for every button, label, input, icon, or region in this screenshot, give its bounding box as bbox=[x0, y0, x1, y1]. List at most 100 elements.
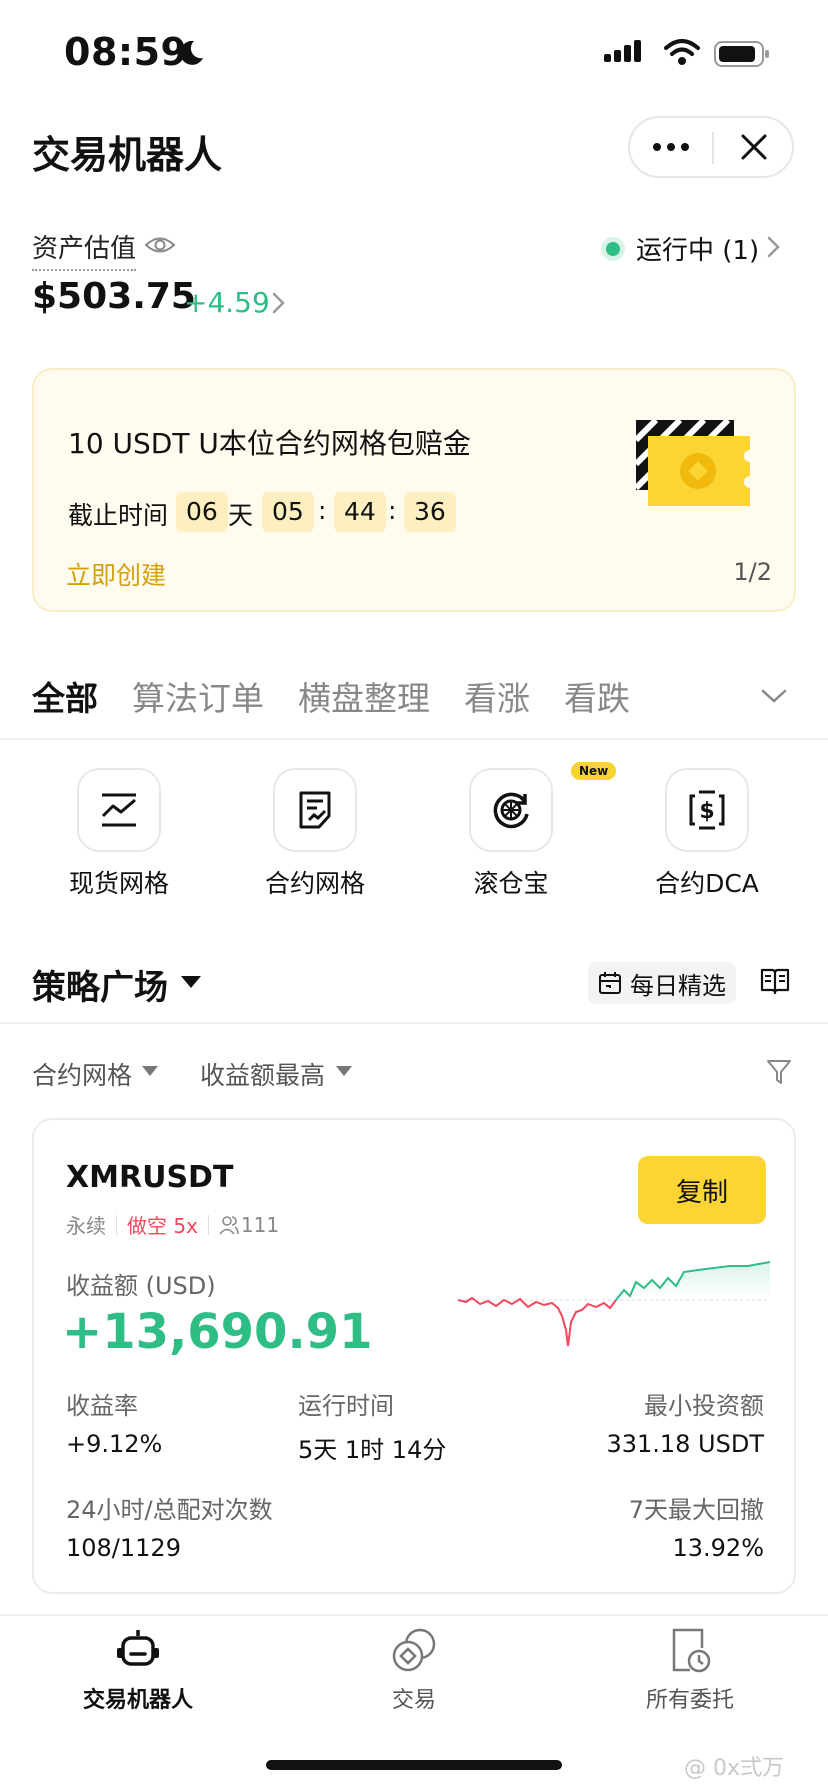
tab-all[interactable]: 全部 bbox=[32, 672, 98, 720]
quick-rollover[interactable]: New 滚仓宝 bbox=[426, 762, 617, 898]
strategy-plaza-title[interactable]: 策略广场 bbox=[32, 960, 168, 1009]
asset-value: $503.75 bbox=[32, 276, 196, 317]
divider bbox=[0, 738, 828, 740]
battery-icon bbox=[714, 41, 769, 67]
quick-label: 合约DCA bbox=[655, 869, 759, 898]
tab-bearish[interactable]: 看跌 bbox=[564, 672, 630, 720]
robot-icon bbox=[117, 1630, 159, 1666]
promo-pager: 1/2 bbox=[733, 558, 772, 586]
futures-dca-icon-box: $ bbox=[665, 768, 749, 852]
home-indicator bbox=[266, 1760, 562, 1770]
quick-spot-grid[interactable]: 现货网格 bbox=[34, 768, 204, 898]
calendar-icon bbox=[599, 972, 621, 994]
countdown-days: 06 bbox=[176, 492, 228, 532]
page-title: 交易机器人 bbox=[32, 133, 223, 177]
book-icon[interactable] bbox=[760, 966, 790, 996]
more-icon bbox=[653, 143, 689, 151]
futures-grid-icon-box bbox=[273, 768, 357, 852]
quick-label: 合约网格 bbox=[264, 869, 365, 898]
futures-grid-icon bbox=[299, 791, 331, 829]
close-icon bbox=[741, 134, 767, 160]
chevron-right-icon[interactable] bbox=[766, 234, 782, 260]
countdown-seconds: 36 bbox=[404, 492, 456, 532]
follower-count: 111 bbox=[240, 1212, 280, 1237]
close-button[interactable] bbox=[714, 118, 794, 176]
nav-trade[interactable]: 交易 bbox=[304, 1626, 524, 1716]
running-status[interactable]: 运行中 (1) bbox=[606, 230, 759, 267]
runtime-value: 5天 1时 14分 bbox=[298, 1436, 447, 1464]
promo-card[interactable]: 10 USDT U本位合约网格包赔金 截止时间 06 天 05 : 44 : 3… bbox=[32, 368, 796, 612]
tag-side: 做空 5x bbox=[127, 1214, 198, 1238]
status-time: 08:59 bbox=[64, 30, 188, 74]
runtime-label: 运行时间 bbox=[298, 1392, 394, 1420]
min-invest-label: 最小投资额 bbox=[644, 1392, 764, 1420]
category-tabs: 全部 算法订单 横盘整理 看涨 看跌 bbox=[32, 672, 630, 720]
wifi-icon bbox=[664, 39, 700, 65]
daily-picks-label: 每日精选 bbox=[630, 971, 726, 1000]
matches-value: 108/1129 bbox=[66, 1534, 181, 1562]
caret-down-icon[interactable] bbox=[180, 975, 202, 989]
chevron-down-icon[interactable] bbox=[760, 686, 788, 706]
tab-bullish[interactable]: 看涨 bbox=[464, 672, 530, 720]
drawdown-label: 7天最大回撤 bbox=[628, 1496, 764, 1524]
ticket-icon bbox=[636, 420, 750, 506]
caret-down-icon[interactable] bbox=[142, 1066, 158, 1076]
deadline-label: 截止时间 bbox=[68, 501, 169, 530]
orders-icon bbox=[672, 1628, 711, 1673]
caret-down-icon[interactable] bbox=[336, 1066, 352, 1076]
pnl-label: 收益额 (USD) bbox=[66, 1272, 216, 1300]
nav-trading-bot[interactable]: 交易机器人 bbox=[28, 1626, 248, 1716]
chevron-right-icon[interactable] bbox=[270, 290, 288, 316]
new-badge: New bbox=[571, 762, 617, 780]
watermark: @ 0x弍万 bbox=[684, 1756, 785, 1781]
svg-text:$: $ bbox=[699, 799, 714, 824]
create-now-link[interactable]: 立即创建 bbox=[66, 556, 166, 592]
matches-label: 24小时/总配对次数 bbox=[66, 1496, 273, 1524]
more-button[interactable] bbox=[630, 118, 712, 176]
rollover-icon-box: New bbox=[469, 762, 617, 852]
tab-sideways[interactable]: 横盘整理 bbox=[298, 672, 430, 720]
eye-icon[interactable] bbox=[144, 232, 176, 258]
strategy-symbol: XMRUSDT bbox=[66, 1160, 234, 1195]
divider bbox=[0, 1022, 828, 1024]
rollover-icon bbox=[493, 792, 529, 829]
nav-all-orders[interactable]: 所有委托 bbox=[580, 1626, 800, 1716]
quick-label: 现货网格 bbox=[68, 869, 169, 898]
people-icon bbox=[219, 1215, 239, 1235]
running-label: 运行中 (1) bbox=[636, 236, 760, 266]
min-invest-value: 331.18 USDT bbox=[606, 1430, 764, 1458]
time-separator: : bbox=[318, 496, 327, 525]
nav-label: 交易 bbox=[391, 1688, 436, 1713]
nav-label: 交易机器人 bbox=[82, 1688, 193, 1713]
filter-sort-select[interactable]: 收益额最高 bbox=[200, 1056, 325, 1092]
cellular-signal-icon bbox=[604, 40, 644, 62]
filter-funnel-icon[interactable] bbox=[766, 1058, 792, 1086]
quick-futures-dca[interactable]: $ 合约DCA bbox=[622, 768, 792, 898]
daily-picks-button[interactable]: 每日精选 bbox=[588, 962, 736, 1004]
pnl-value: +13,690.91 bbox=[62, 1304, 373, 1360]
asset-valuation-label: 资产估值 bbox=[32, 228, 137, 271]
spot-grid-icon-box bbox=[77, 768, 161, 852]
roi-value: +9.12% bbox=[66, 1430, 163, 1458]
trade-icon bbox=[392, 1628, 436, 1672]
copy-button[interactable]: 复制 bbox=[638, 1156, 766, 1224]
quick-futures-grid[interactable]: 合约网格 bbox=[230, 768, 400, 898]
time-separator: : bbox=[388, 496, 397, 525]
countdown-hours: 05 bbox=[262, 492, 314, 532]
filter-type-select[interactable]: 合约网格 bbox=[32, 1056, 132, 1092]
tag-separator bbox=[207, 1214, 209, 1235]
spot-grid-icon bbox=[101, 793, 136, 827]
tag-perpetual: 永续 bbox=[66, 1214, 106, 1238]
asset-change: +4.59 bbox=[184, 286, 270, 319]
tab-algo-orders[interactable]: 算法订单 bbox=[132, 672, 264, 720]
header-capsule bbox=[628, 116, 794, 178]
sparkline-negative bbox=[458, 1296, 617, 1347]
drawdown-value: 13.92% bbox=[672, 1534, 764, 1562]
strategy-tags: 永续 做空 5x 111 bbox=[66, 1210, 279, 1239]
roi-label: 收益率 bbox=[66, 1392, 138, 1420]
strategy-card[interactable]: XMRUSDT 复制 永续 做空 5x 111 收益额 (USD) +13,69… bbox=[32, 1118, 796, 1594]
moon-icon bbox=[180, 40, 203, 65]
running-dot bbox=[606, 241, 620, 256]
countdown-minutes: 44 bbox=[334, 492, 386, 532]
futures-dca-icon: $ bbox=[689, 790, 725, 830]
